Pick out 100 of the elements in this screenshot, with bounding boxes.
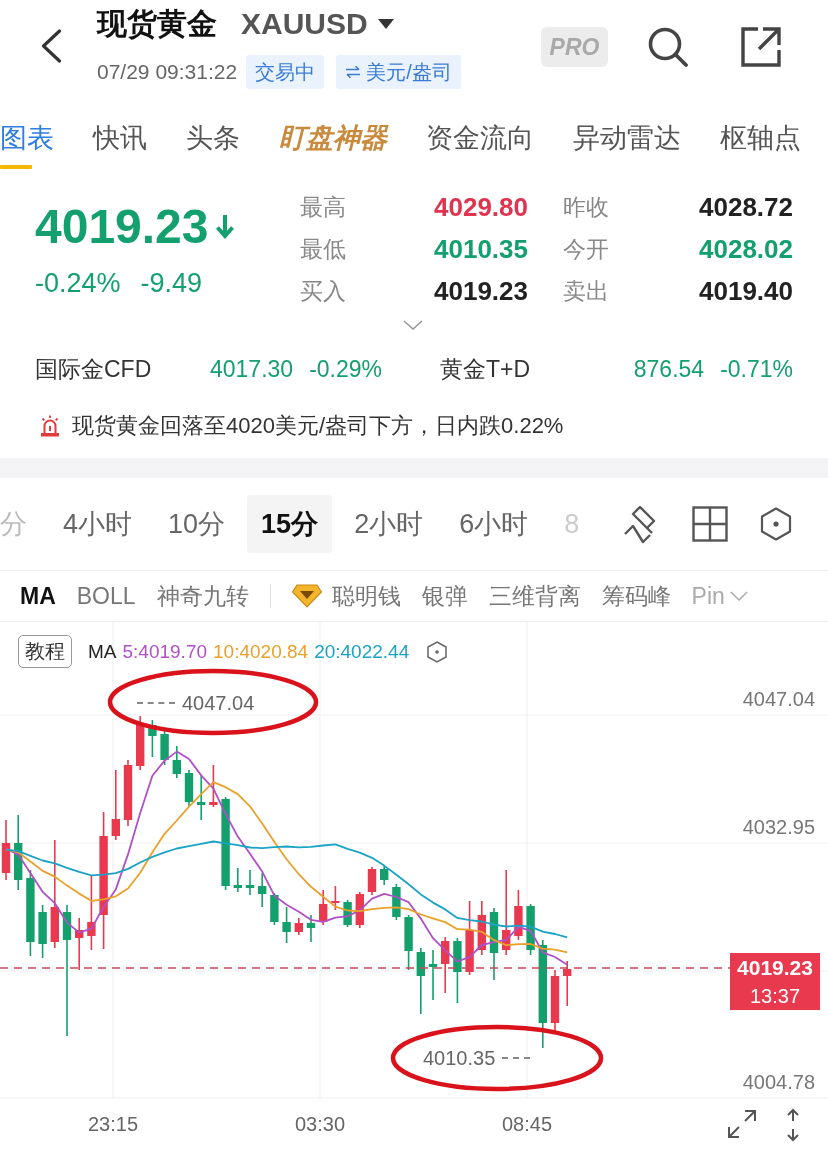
stat-label: 昨收 [562, 192, 610, 222]
candle [148, 719, 157, 758]
stat-value: 4028.72 [699, 191, 793, 223]
y-axis-label: 4004.78 [742, 1070, 815, 1094]
candle [1, 819, 11, 881]
stat-value: 4028.02 [699, 233, 793, 265]
leader-line [502, 1057, 531, 1059]
indicator-tab[interactable]: 三维背离 [488, 580, 581, 612]
search-icon[interactable] [648, 27, 688, 67]
indicator-tab[interactable]: 筹码峰 [601, 580, 671, 612]
chevron-down-icon[interactable] [403, 320, 423, 330]
grid-icon[interactable] [692, 506, 728, 542]
timeframe-tab[interactable]: 15分 [247, 495, 333, 553]
swap-icon [345, 65, 362, 79]
y-axis-label: 4047.04 [742, 687, 815, 711]
candle [282, 906, 291, 944]
diamond-icon [291, 584, 322, 608]
related-market-name: 黄金T+D [440, 354, 532, 384]
y-axis-label: 4032.95 [742, 815, 815, 839]
candle [258, 872, 267, 908]
x-axis-label: 03:30 [294, 1112, 346, 1136]
tab[interactable]: 图表 [0, 105, 54, 170]
stat-label: 买入 [300, 276, 347, 306]
candle [380, 865, 389, 886]
caret-down-icon [377, 19, 394, 29]
candle [111, 769, 120, 841]
stat-value: 4019.23 [434, 275, 528, 307]
indicator-tab[interactable]: 神奇九转 [156, 580, 249, 612]
quote-timestamp: 07/29 09:31:22 [97, 60, 238, 84]
timeframe-tab[interactable]: 4小时 [49, 495, 147, 553]
stat-label: 卖出 [562, 276, 610, 306]
stat-value: 4019.40 [699, 275, 793, 307]
stat-label: 最高 [300, 192, 347, 222]
candle [367, 866, 377, 896]
symbol-dropdown[interactable]: XAUUSD [241, 7, 394, 41]
candle [136, 715, 145, 771]
tab[interactable]: 枢轴点 [720, 105, 801, 170]
stat-label: 今开 [562, 234, 610, 264]
indicator-tab[interactable]: 聪明钱 [291, 580, 401, 612]
indicator-tab[interactable]: MA [20, 582, 56, 610]
vertical-arrows-icon[interactable] [786, 1108, 800, 1142]
candle [245, 869, 255, 896]
candle [75, 917, 84, 971]
alarm-icon [40, 415, 60, 437]
candle [355, 891, 364, 929]
candle [123, 759, 133, 827]
expand-icon[interactable] [726, 1108, 758, 1140]
x-axis-label: 08:45 [501, 1112, 553, 1136]
stat-value: 4029.80 [434, 191, 528, 223]
instrument-title: 现货黄金 [97, 5, 217, 42]
candle [172, 745, 181, 779]
market-status-badge: 交易中 [246, 55, 325, 89]
candle [270, 892, 279, 926]
candle [197, 774, 206, 821]
candle [477, 900, 486, 956]
candle [184, 769, 194, 807]
moving-average-value: 10:4020.84 [213, 640, 309, 663]
candle [453, 937, 462, 1004]
candle [441, 936, 450, 994]
moving-average-value: 5:4019.70 [122, 640, 208, 663]
indicator-tab[interactable]: 银弹 [421, 580, 468, 612]
candle [550, 969, 560, 1031]
stat-label: 最低 [300, 234, 347, 264]
x-axis-label: 23:15 [87, 1112, 139, 1136]
change-percent: -0.24% [35, 268, 121, 299]
candle [416, 947, 425, 1015]
candle [428, 949, 438, 1001]
candle [209, 764, 218, 808]
candle [38, 904, 47, 959]
stat-value: 4010.35 [434, 233, 528, 265]
current-price: 4019.23 [35, 198, 209, 254]
candle [306, 914, 316, 943]
indicator-tab[interactable]: BOLL [76, 582, 136, 610]
share-icon[interactable] [741, 27, 781, 67]
price-alert-text[interactable]: 现货黄金回落至4020美元/盎司下方，日内跌0.22% [72, 411, 564, 441]
timeframe-tab[interactable]: 2小时 [340, 495, 438, 553]
candle [331, 885, 340, 911]
countdown-timer: 13:37 [749, 984, 801, 1009]
candle [526, 903, 535, 956]
back-icon[interactable] [40, 29, 62, 63]
candle [343, 899, 352, 928]
candle [233, 867, 242, 893]
low-price-label: 4010.35 [423, 1046, 496, 1070]
unit-toggle-button[interactable]: 美元/盎司 [336, 55, 461, 89]
leader-line [137, 702, 175, 704]
timeframe-tab[interactable]: 10分 [154, 495, 240, 553]
moving-average-value: 20:4022.44 [314, 640, 410, 663]
tab[interactable]: 资金流向 [426, 105, 534, 170]
tab[interactable]: 快讯 [93, 105, 147, 170]
related-change: -0.29% [309, 355, 382, 383]
tab[interactable]: 异动雷达 [573, 105, 681, 170]
high-price-label: 4047.04 [182, 691, 255, 715]
tutorial-button[interactable]: 教程 [18, 635, 72, 668]
timeframe-tab[interactable]: 6小时 [445, 495, 543, 553]
candle [392, 883, 401, 921]
related-change: -0.71% [720, 355, 793, 383]
tab[interactable]: 头条 [186, 105, 240, 170]
candle [319, 889, 328, 926]
tab[interactable]: 盯盘神器 [279, 105, 387, 170]
related-price: 876.54 [633, 355, 705, 383]
